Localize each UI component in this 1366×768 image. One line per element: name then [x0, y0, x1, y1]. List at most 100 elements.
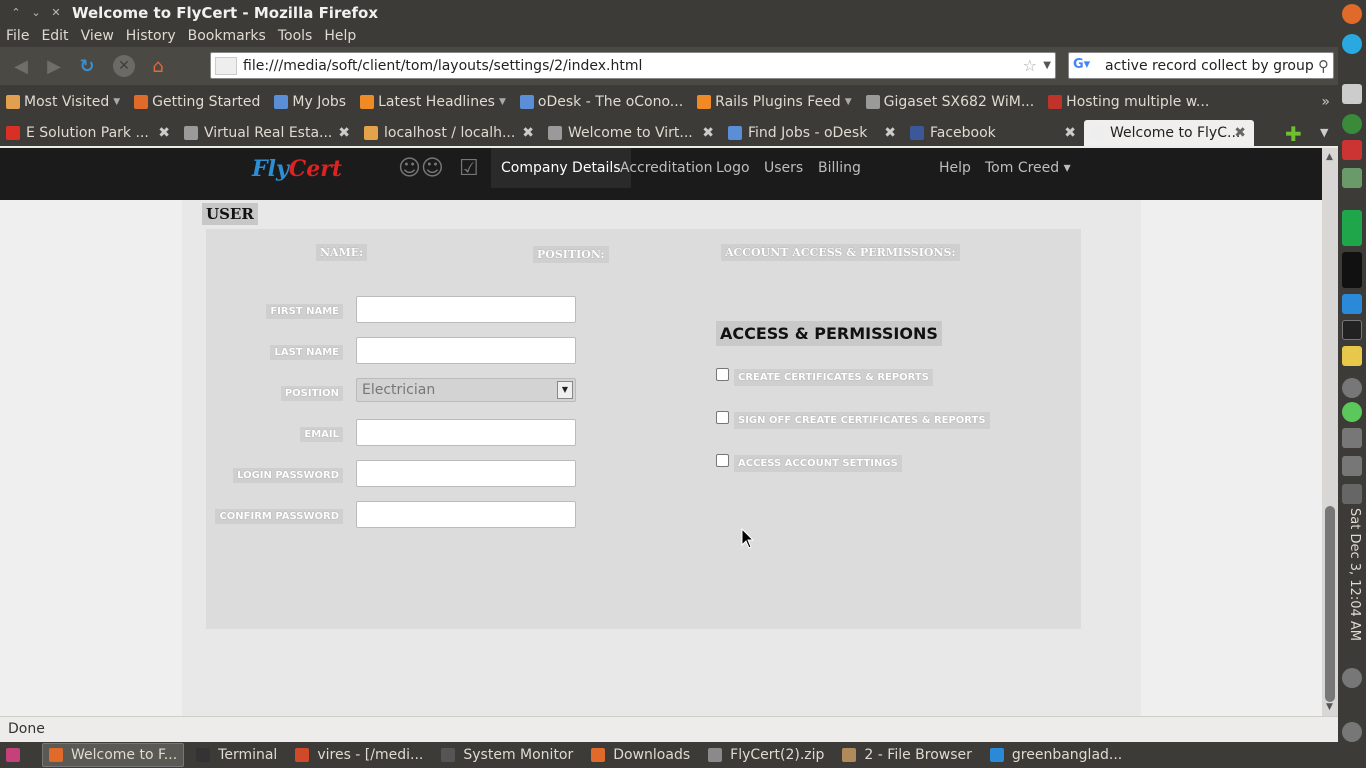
monitor-icon[interactable] — [1342, 168, 1362, 188]
taskbar-item[interactable]: Welcome to F... — [42, 743, 185, 767]
bookmark-item[interactable]: Rails Plugins Feed ▼ — [697, 94, 852, 110]
text-editor-icon[interactable] — [1342, 84, 1362, 104]
search-bar[interactable]: G▾ active record collect by group ⚲ — [1068, 52, 1334, 79]
url-bar[interactable]: file:///media/soft/client/tom/layouts/se… — [210, 52, 1056, 79]
vertical-scrollbar[interactable]: ▲ ▼ — [1322, 148, 1338, 716]
bookmark-item[interactable]: Gigaset SX682 WiM... — [865, 94, 1034, 110]
terminal-launcher-icon[interactable] — [1342, 320, 1362, 340]
power-icon[interactable] — [1342, 378, 1362, 398]
tab[interactable]: localhost / localh... ✖ — [358, 120, 542, 146]
scroll-down-icon[interactable]: ▼ — [1326, 702, 1333, 712]
taskbar-item[interactable]: Terminal — [190, 743, 283, 767]
taskbar-item[interactable]: greenbanglad... — [984, 743, 1128, 767]
account-settings-checkbox[interactable] — [716, 454, 729, 467]
menu-help[interactable]: Help — [322, 28, 362, 44]
new-tab-icon[interactable]: ✚ — [1285, 122, 1302, 146]
tab-active[interactable]: Welcome to FlyC... ✖ — [1084, 120, 1254, 146]
url-text[interactable]: file:///media/soft/client/tom/layouts/se… — [243, 58, 642, 74]
back-icon[interactable]: ◀ — [6, 51, 36, 81]
home-icon[interactable]: ⌂ — [143, 51, 173, 81]
tab[interactable]: Facebook ✖ — [904, 120, 1084, 146]
tab[interactable]: Virtual Real Esta... ✖ — [178, 120, 358, 146]
bookmark-item[interactable]: Getting Started — [134, 94, 260, 110]
folder-icon[interactable] — [1342, 346, 1362, 366]
position-select[interactable]: Electrician ▼ — [356, 378, 576, 402]
close-window-icon[interactable]: ✕ — [46, 6, 66, 19]
permission-create-certificates[interactable]: CREATE CERTIFICATES & REPORTS — [716, 368, 933, 386]
bookmark-item[interactable]: My Jobs — [274, 94, 346, 110]
email-field[interactable] — [356, 419, 576, 446]
taskbar-item[interactable]: FlyCert(2).zip — [702, 743, 830, 767]
close-tab-icon[interactable]: ✖ — [522, 125, 534, 141]
user-menu[interactable]: Tom Creed ▾ — [975, 148, 1081, 188]
close-tab-icon[interactable]: ✖ — [338, 125, 350, 141]
menu-file[interactable]: File — [4, 28, 35, 44]
clock[interactable]: Sat Dec 3, 12:04 AM — [1342, 508, 1362, 648]
flycert-logo[interactable]: FlyCert — [252, 156, 342, 182]
skype-icon[interactable] — [1342, 34, 1362, 54]
taskbar-item[interactable]: System Monitor — [435, 743, 579, 767]
rubymine-icon[interactable] — [1342, 140, 1362, 160]
permission-account-settings[interactable]: ACCESS ACCOUNT SETTINGS — [716, 454, 902, 472]
close-tab-icon[interactable]: ✖ — [158, 125, 170, 141]
check-status-icon[interactable] — [1342, 402, 1362, 422]
maximize-icon[interactable]: ⌄ — [26, 6, 46, 19]
close-tab-icon[interactable]: ✖ — [702, 125, 714, 141]
menu-history[interactable]: History — [124, 28, 182, 44]
sign-off-checkbox[interactable] — [716, 411, 729, 424]
search-input[interactable]: active record collect by group — [1105, 58, 1314, 74]
chevron-down-icon[interactable]: ▼ — [113, 97, 120, 107]
chevron-down-icon[interactable]: ▼ — [499, 97, 506, 107]
checkbox-icon[interactable]: ☑ — [459, 156, 479, 181]
menu-view[interactable]: View — [79, 28, 120, 44]
scroll-up-icon[interactable]: ▲ — [1326, 152, 1333, 162]
search-icon[interactable]: ⚲ — [1318, 57, 1329, 75]
taskbar-item[interactable]: vires - [/medi... — [289, 743, 429, 767]
network-icon[interactable] — [1342, 114, 1362, 134]
show-desktop-icon[interactable] — [0, 743, 36, 767]
minimize-icon[interactable]: ⌃ — [6, 6, 26, 19]
menu-bookmarks[interactable]: Bookmarks — [186, 28, 272, 44]
create-certificates-checkbox[interactable] — [716, 368, 729, 381]
tab[interactable]: E Solution Park ... ✖ — [0, 120, 178, 146]
teamviewer-icon[interactable] — [1342, 294, 1362, 314]
tab[interactable]: Find Jobs - oDesk ✖ — [722, 120, 904, 146]
taskbar-item[interactable]: 2 - File Browser — [836, 743, 977, 767]
volume-icon[interactable] — [1342, 456, 1362, 476]
bookmark-star-icon[interactable]: ☆ — [1023, 56, 1037, 75]
close-tab-icon[interactable]: ✖ — [1064, 125, 1076, 141]
reload-icon[interactable]: ↻ — [72, 51, 102, 81]
tab-list-icon[interactable]: ▼ — [1320, 126, 1328, 139]
more-bookmarks-icon[interactable]: » — [1321, 94, 1330, 110]
confirm-password-field[interactable] — [356, 501, 576, 528]
google-search-engine-icon[interactable]: G▾ — [1073, 57, 1099, 75]
bookmark-item[interactable]: Hosting multiple w... — [1048, 94, 1209, 110]
close-tab-icon[interactable]: ✖ — [884, 125, 896, 141]
bookmark-item[interactable]: Most Visited ▼ — [6, 94, 120, 110]
nav-logo[interactable]: Logo — [706, 148, 760, 188]
first-name-field[interactable] — [356, 296, 576, 323]
tab[interactable]: Welcome to Virt... ✖ — [542, 120, 722, 146]
mail-icon[interactable] — [1342, 484, 1362, 504]
taskbar-item[interactable]: Downloads — [585, 743, 696, 767]
login-password-field[interactable] — [356, 460, 576, 487]
forward-icon[interactable]: ▶ — [39, 51, 69, 81]
permission-sign-off[interactable]: SIGN OFF CREATE CERTIFICATES & REPORTS — [716, 411, 990, 429]
chat-icon[interactable] — [1342, 668, 1362, 688]
url-dropdown-icon[interactable]: ▼ — [1043, 60, 1051, 71]
stop-icon[interactable]: ✕ — [113, 55, 135, 77]
shutdown-icon[interactable] — [1342, 722, 1362, 742]
scrollbar-thumb[interactable] — [1325, 506, 1335, 702]
close-tab-icon[interactable]: ✖ — [1234, 125, 1246, 141]
users-group-icon[interactable]: ☺☺ — [398, 156, 444, 181]
bookmark-item[interactable]: Latest Headlines ▼ — [360, 94, 506, 110]
nav-users[interactable]: Users — [754, 148, 813, 188]
menu-tools[interactable]: Tools — [276, 28, 319, 44]
menu-edit[interactable]: Edit — [39, 28, 74, 44]
nav-billing[interactable]: Billing — [808, 148, 871, 188]
chevron-down-icon[interactable]: ▼ — [845, 97, 852, 107]
network-plug-icon[interactable] — [1342, 428, 1362, 448]
last-name-field[interactable] — [356, 337, 576, 364]
nav-help[interactable]: Help — [929, 148, 981, 188]
firefox-launcher-icon[interactable] — [1342, 4, 1362, 24]
